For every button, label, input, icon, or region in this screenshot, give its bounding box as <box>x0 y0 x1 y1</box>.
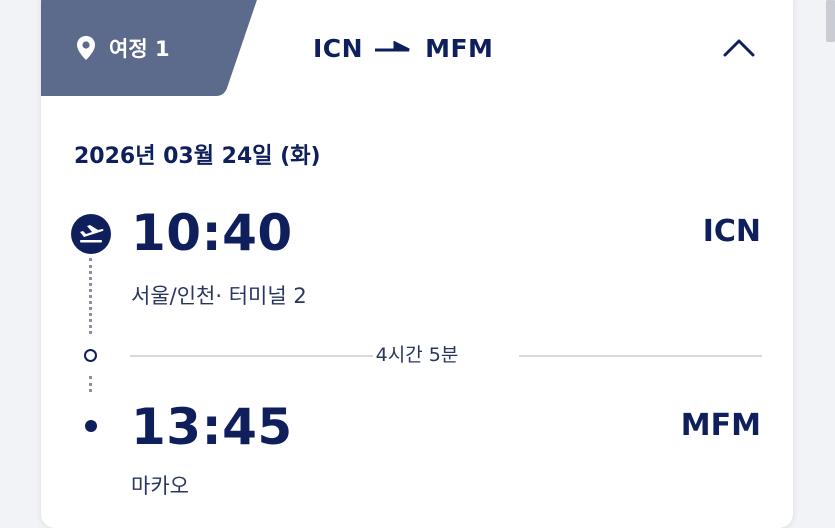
itinerary-tab[interactable]: 여정 1 <box>41 0 261 96</box>
route-origin: ICN <box>313 33 364 63</box>
location-pin-icon <box>77 36 95 60</box>
departure-place: 서울/인천· 터미널 2 <box>131 284 307 308</box>
route-destination: MFM <box>425 33 494 63</box>
arrival-time: 13:45 <box>131 398 293 456</box>
departure-code: ICN <box>702 214 761 249</box>
arrival-code: MFM <box>680 408 761 443</box>
takeoff-icon <box>71 214 111 254</box>
departure-time: 10:40 <box>131 204 293 262</box>
scrollbar[interactable] <box>826 0 835 42</box>
timeline-dots <box>89 376 95 392</box>
flight-duration: 4시간 5분 <box>375 344 459 366</box>
arrival-dot <box>85 420 97 432</box>
arrival-place: 마카오 <box>131 474 189 498</box>
tab-label: 여정 1 <box>109 37 170 61</box>
itinerary-card: 여정 1 ICN MFM 2026년 03월 24일 (화) 10:40 ICN… <box>41 0 793 528</box>
chevron-up-icon[interactable] <box>721 34 757 60</box>
timeline-dots <box>89 258 95 334</box>
tab-content: 여정 1 <box>75 32 170 64</box>
route-summary: ICN MFM <box>313 32 493 64</box>
flight-date: 2026년 03월 24일 (화) <box>74 144 321 169</box>
duration-line-right <box>519 355 762 357</box>
route-arrow-icon <box>375 41 410 52</box>
